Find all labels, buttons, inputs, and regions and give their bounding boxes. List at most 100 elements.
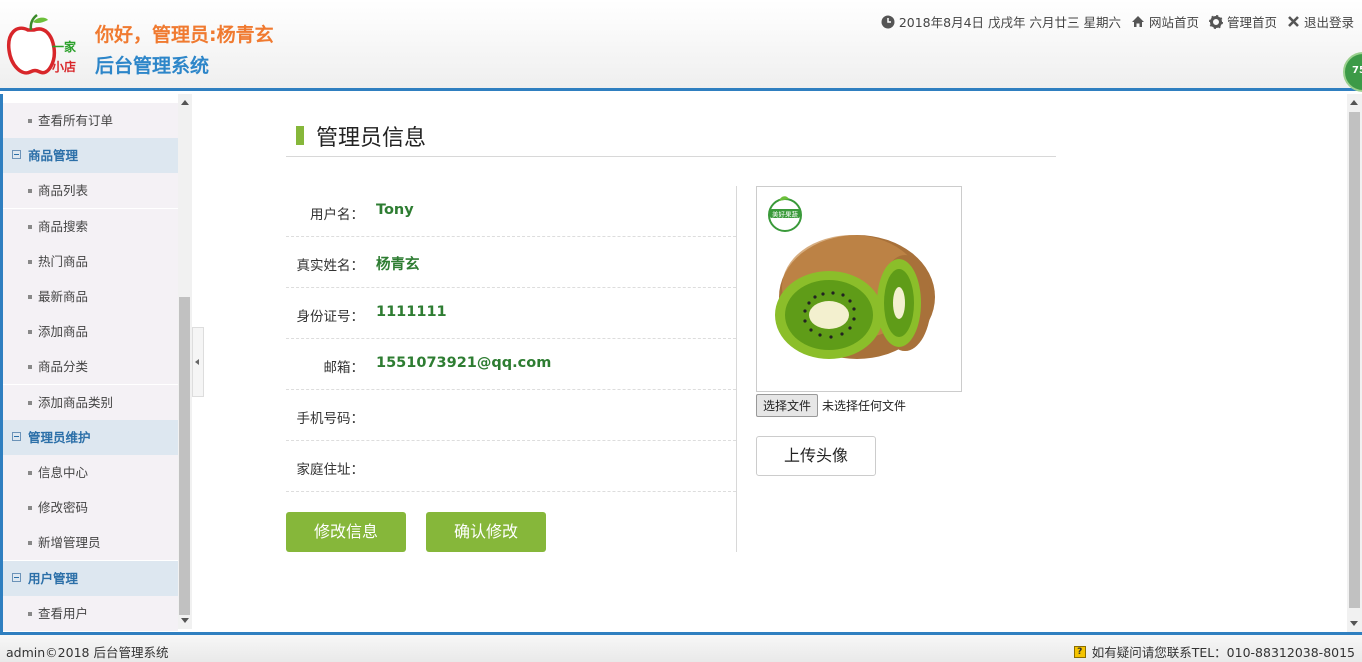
collapse-minus-icon[interactable] — [12, 150, 21, 160]
sidebar-scrollbar[interactable] — [178, 94, 192, 629]
sidebar-item-label: 商品搜索 — [38, 218, 89, 234]
field-label: 家庭住址： — [296, 462, 365, 478]
greeting-text: 你好，管理员:杨青玄 — [95, 24, 274, 46]
bullet-icon — [28, 611, 32, 616]
field-value: 1551073921@qq.com — [376, 355, 552, 371]
field-label: 手机号码： — [296, 411, 365, 427]
logout-label: 退出登录 — [1303, 15, 1354, 30]
edit-info-button[interactable]: 修改信息 — [286, 512, 406, 552]
sidebar-group-header[interactable]: 商品管理 — [3, 138, 178, 174]
logout-link[interactable]: 退出登录 — [1287, 12, 1354, 31]
admin-home-link[interactable]: 管理首页 — [1208, 12, 1277, 31]
bullet-icon — [28, 259, 32, 264]
field-value: Tony — [376, 202, 414, 218]
sidebar-item[interactable]: 查看用户 — [3, 595, 178, 631]
sidebar-group-header[interactable]: 用户管理 — [3, 560, 178, 596]
field-row-idcard: 身份证号： 1111111 — [286, 288, 736, 339]
sidebar-item-label: 新增管理员 — [38, 535, 101, 551]
admin-home-label: 管理首页 — [1226, 15, 1277, 30]
footer-contact: ? 如有疑问请您联系TEL：010-88312038-8015 — [1073, 642, 1355, 661]
sidebar-item[interactable]: 添加商品 — [3, 314, 178, 350]
page-scroll-down-icon[interactable] — [1350, 621, 1358, 626]
column-divider — [736, 186, 737, 552]
sidebar-item-label: 查看所有订单 — [38, 113, 114, 128]
bullet-icon — [28, 541, 32, 546]
footer-contact-text: 如有疑问请您联系TEL：010-88312038-8015 — [1091, 645, 1355, 660]
scroll-up-arrow-icon[interactable] — [181, 100, 189, 105]
field-row-email: 邮箱： 1551073921@qq.com — [286, 339, 736, 390]
site-home-label: 网站首页 — [1148, 15, 1199, 30]
header: 一家 小店 你好，管理员:杨青玄 后台管理系统 2018年8月4日 戊戌年 六月… — [0, 0, 1362, 92]
sidebar-item[interactable]: 信息中心 — [3, 455, 178, 490]
apple-logo-icon: 一家 小店 — [6, 14, 90, 78]
bullet-icon — [28, 400, 32, 405]
system-title: 后台管理系统 — [95, 55, 210, 77]
gear-icon — [1208, 14, 1223, 29]
sidebar-item-label: 热门商品 — [38, 253, 89, 269]
sidebar-item[interactable]: 查看所有订单 — [3, 103, 178, 138]
corner-badge[interactable]: 75 — [1343, 52, 1362, 92]
bullet-icon — [28, 471, 32, 475]
date-text: 2018年8月4日 戊戌年 六月廿三 星期六 — [898, 15, 1121, 30]
page-scroll-up-icon[interactable] — [1350, 100, 1358, 105]
footer-copyright: admin©2018 后台管理系统 — [6, 645, 169, 660]
sidebar-item-label: 商品列表 — [38, 183, 89, 199]
avatar-logo-text: 美好果蔬 — [772, 210, 799, 219]
main-content: 管理员信息 用户名： Tony 真实姓名： 杨青玄 身份证号： 1111111 … — [204, 94, 1347, 632]
page-title-text: 管理员信息 — [316, 126, 427, 151]
top-nav: 2018年8月4日 戊戌年 六月廿三 星期六 网站首页 管理首页 退出登录 — [871, 12, 1354, 31]
field-label: 用户名： — [310, 207, 364, 223]
confirm-edit-button[interactable]: 确认修改 — [426, 512, 546, 552]
sidebar-item-label: 商品分类 — [38, 359, 89, 375]
sidebar-item[interactable]: 最新商品 — [3, 279, 178, 314]
sidebar-item-label: 修改密码 — [38, 500, 89, 516]
bullet-icon — [28, 330, 32, 335]
help-icon: ? — [1073, 645, 1086, 658]
logo-text-top: 一家 — [52, 40, 77, 54]
upload-avatar-button[interactable]: 上传头像 — [756, 436, 876, 476]
field-row-phone: 手机号码： — [286, 390, 736, 441]
sidebar-item-label: 管理员维护 — [28, 429, 91, 445]
sidebar-item-label: 添加商品 — [38, 324, 89, 340]
sidebar-item[interactable]: 热门商品 — [3, 243, 178, 279]
bullet-icon — [28, 365, 32, 370]
sidebar-group-header[interactable]: 管理员维护 — [3, 419, 178, 455]
field-label: 真实姓名： — [296, 258, 365, 274]
field-value: 杨青玄 — [376, 257, 420, 273]
bullet-icon — [28, 119, 32, 123]
field-row-username: 用户名： Tony — [286, 186, 736, 237]
sidebar-item-label: 商品管理 — [28, 148, 79, 164]
sidebar-item-label: 用户管理 — [28, 570, 79, 586]
sidebar-item[interactable]: 商品列表 — [3, 173, 178, 209]
page-title: 管理员信息 — [286, 120, 1056, 157]
field-row-address: 家庭住址： — [286, 441, 736, 492]
bullet-icon — [28, 506, 32, 511]
sidebar-item-label: 信息中心 — [38, 465, 89, 480]
field-row-realname: 真实姓名： 杨青玄 — [286, 237, 736, 288]
sidebar-item-label: 查看用户 — [38, 605, 89, 621]
page-scrollbar[interactable] — [1347, 94, 1362, 632]
choose-file-button[interactable]: 选择文件 — [756, 394, 819, 417]
close-icon — [1288, 16, 1299, 27]
sidebar-item[interactable]: 新增管理员 — [3, 525, 178, 561]
scroll-down-arrow-icon[interactable] — [181, 618, 189, 623]
bullet-icon — [28, 224, 32, 229]
sidebar-scroll-thumb[interactable] — [179, 297, 190, 615]
sidebar-item-label: 添加商品类别 — [38, 394, 114, 410]
collapse-minus-icon[interactable] — [12, 572, 21, 582]
site-home-link[interactable]: 网站首页 — [1131, 12, 1199, 31]
sidebar-item[interactable]: 商品搜索 — [3, 208, 178, 244]
collapse-minus-icon[interactable] — [12, 431, 21, 441]
bullet-icon — [28, 295, 32, 299]
kiwi-fruit-image: 美好果蔬 — [768, 196, 935, 359]
file-picker: 选择文件 未选择任何文件 — [756, 394, 906, 417]
sidebar-item[interactable]: 商品分类 — [3, 349, 178, 385]
date-display: 2018年8月4日 戊戌年 六月廿三 星期六 — [881, 12, 1121, 31]
sidebar-item[interactable]: 添加商品类别 — [3, 384, 178, 420]
page-scroll-thumb[interactable] — [1349, 112, 1360, 608]
sidebar-item-label: 最新商品 — [38, 289, 89, 304]
home-icon — [1131, 16, 1144, 27]
bullet-icon — [28, 189, 32, 194]
sidebar-item[interactable]: 修改密码 — [3, 490, 178, 526]
sidebar-collapse-handle[interactable] — [192, 327, 204, 397]
